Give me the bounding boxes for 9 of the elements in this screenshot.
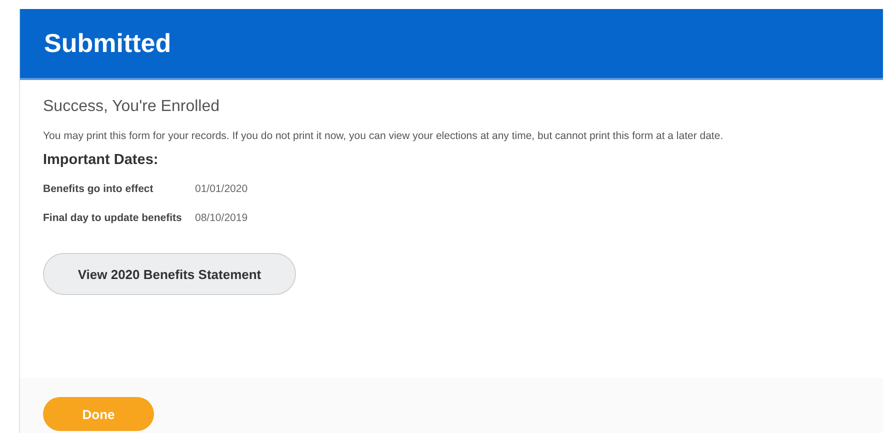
date-value: 01/01/2020 [195, 183, 248, 195]
statement-button[interactable]: View 2020 Benefits Statement [43, 253, 296, 295]
date-label: Final day to update benefits [43, 212, 183, 224]
info-text: You may print this form for your records. If you do not print it now, you can view your elections at any time, but cannot print this form at a later date. [43, 130, 724, 142]
success-heading: Success, You're Enrolled [43, 98, 220, 116]
date-label: Benefits go into effect [43, 183, 154, 195]
page-title: Submitted [44, 28, 172, 59]
date-value: 08/10/2019 [195, 212, 248, 224]
section-heading: Important Dates: [43, 152, 160, 168]
